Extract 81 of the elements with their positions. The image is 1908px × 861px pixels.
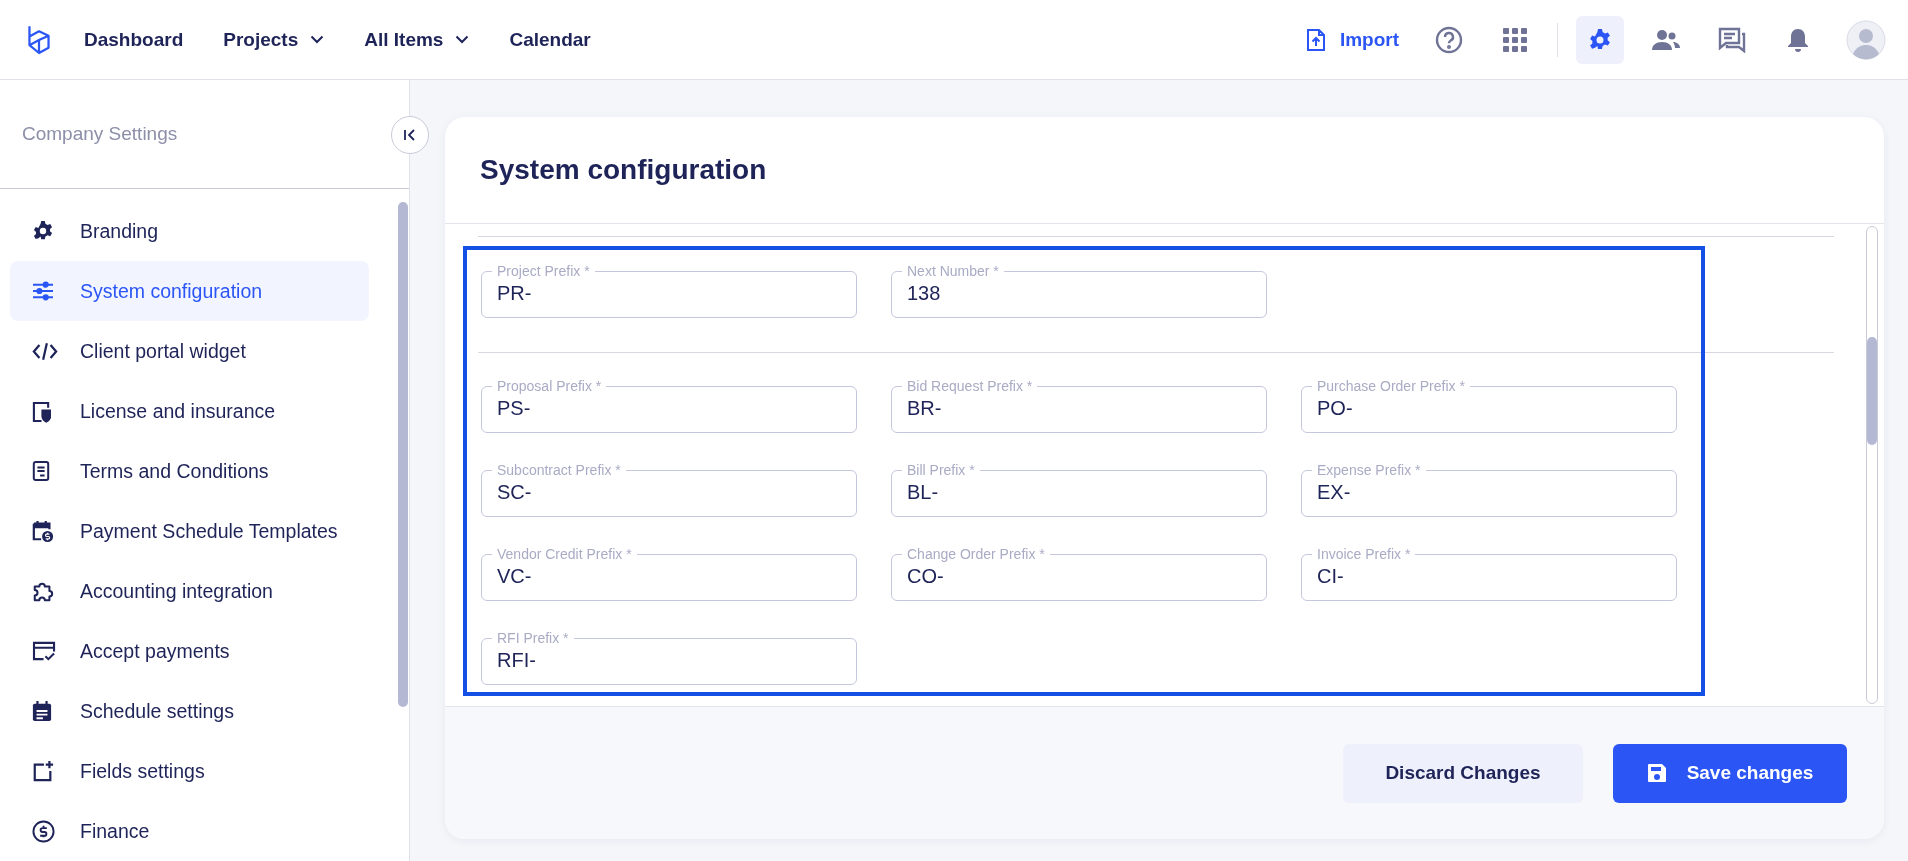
discard-changes-button[interactable]: Discard Changes <box>1343 743 1583 803</box>
chevron-down-icon <box>310 35 325 44</box>
text-field[interactable]: Subcontract Prefix * SC- <box>481 463 857 517</box>
nav-item[interactable]: Projects <box>223 28 325 51</box>
sidebar-item[interactable]: Client portal widget <box>10 321 369 381</box>
text-field[interactable]: Purchase Order Prefix * PO- <box>1301 379 1677 433</box>
settings-icon <box>1588 27 1612 52</box>
sidebar-item[interactable]: Payment Schedule Templates <box>10 501 369 561</box>
puzzle-icon <box>32 580 54 602</box>
code-icon <box>32 341 58 361</box>
people-icon <box>1652 28 1680 51</box>
card-check-icon <box>32 640 57 662</box>
text-field[interactable]: Next Number * 138 <box>891 264 1267 318</box>
text-field[interactable]: Invoice Prefix * CI- <box>1301 547 1677 601</box>
sidebar-item[interactable]: Terms and Conditions <box>10 441 369 501</box>
text-field[interactable]: Project Prefix * PR- <box>481 264 857 318</box>
scrollbar-thumb[interactable] <box>1867 337 1877 445</box>
text-field[interactable]: RFI Prefix * RFI- <box>481 631 857 685</box>
card-title: System configuration <box>480 154 767 186</box>
input-field[interactable]: EX- <box>1317 477 1661 507</box>
dollar-circle-icon <box>32 819 55 843</box>
document-icon <box>32 460 50 482</box>
file-upload-icon <box>1305 27 1326 52</box>
nav-item[interactable]: Dashboard <box>84 28 184 51</box>
input-field[interactable]: BR- <box>907 393 1251 423</box>
save-changes-button[interactable]: Save changes <box>1613 743 1847 803</box>
chevron-down-icon <box>455 35 470 44</box>
input-field[interactable]: PS- <box>497 393 841 423</box>
sidebar-item[interactable]: License and insurance <box>10 381 369 441</box>
sidebar-item[interactable]: Fields settings <box>10 741 369 801</box>
input-field[interactable]: SC- <box>497 477 841 507</box>
input-field[interactable]: CO- <box>907 561 1251 591</box>
collapse-icon <box>403 128 417 142</box>
gear-icon <box>32 220 54 242</box>
field-label: RFI Prefix * <box>496 631 570 645</box>
field-label: Bill Prefix * <box>906 463 976 477</box>
scrollbar-thumb[interactable] <box>398 202 408 707</box>
text-field[interactable]: Expense Prefix * EX- <box>1301 463 1677 517</box>
calendar-icon <box>32 700 52 722</box>
text-field[interactable]: Change Order Prefix * CO- <box>891 547 1267 601</box>
sidebar-item[interactable]: Accounting integration <box>10 561 369 621</box>
field-label: Invoice Prefix * <box>1316 547 1412 561</box>
input-field[interactable]: CI- <box>1317 561 1661 591</box>
chat-icon <box>1718 26 1746 53</box>
sidebar-title: Company Settings <box>22 123 178 145</box>
collapse-sidebar-button[interactable] <box>391 116 429 154</box>
text-field[interactable]: Bill Prefix * BL- <box>891 463 1267 517</box>
nav-item[interactable]: Calendar <box>509 28 591 51</box>
sidebar-item[interactable]: Branding <box>10 201 369 261</box>
text-field[interactable]: Vendor Credit Prefix * VC- <box>481 547 857 601</box>
field-label: Vendor Credit Prefix * <box>496 547 633 561</box>
import-button[interactable]: Import <box>1305 27 1399 52</box>
nav-item[interactable]: All Items <box>364 28 470 51</box>
sidebar-item[interactable]: Finance <box>10 801 369 861</box>
field-label: Bid Request Prefix * <box>906 379 1034 393</box>
input-field[interactable]: 138 <box>907 278 1251 308</box>
bell-icon <box>1787 27 1809 52</box>
field-label: Project Prefix * <box>496 264 591 278</box>
input-field[interactable]: RFI- <box>497 645 841 675</box>
sidebar-item[interactable]: System configuration <box>10 261 369 321</box>
calendar-dollar-icon <box>32 519 54 543</box>
input-field[interactable]: PO- <box>1317 393 1661 423</box>
field-label: Purchase Order Prefix * <box>1316 379 1466 393</box>
input-field[interactable]: PR- <box>497 278 841 308</box>
text-field[interactable]: Bid Request Prefix * BR- <box>891 379 1267 433</box>
field-label: Expense Prefix * <box>1316 463 1422 477</box>
shield-document-icon <box>32 399 51 423</box>
text-field[interactable]: Proposal Prefix * PS- <box>481 379 857 433</box>
field-label: Change Order Prefix * <box>906 547 1046 561</box>
add-box-icon <box>32 760 54 782</box>
sidebar-item[interactable]: Schedule settings <box>10 681 369 741</box>
field-label: Proposal Prefix * <box>496 379 603 393</box>
input-field[interactable]: BL- <box>907 477 1251 507</box>
grid-icon <box>1503 27 1527 52</box>
field-label: Next Number * <box>906 264 1000 278</box>
sidebar-item[interactable]: Accept payments <box>10 621 369 681</box>
field-label: Subcontract Prefix * <box>496 463 622 477</box>
input-field[interactable]: VC- <box>497 561 841 591</box>
help-icon <box>1435 25 1463 54</box>
sliders-icon <box>32 281 54 301</box>
settings-button[interactable] <box>1576 15 1624 64</box>
